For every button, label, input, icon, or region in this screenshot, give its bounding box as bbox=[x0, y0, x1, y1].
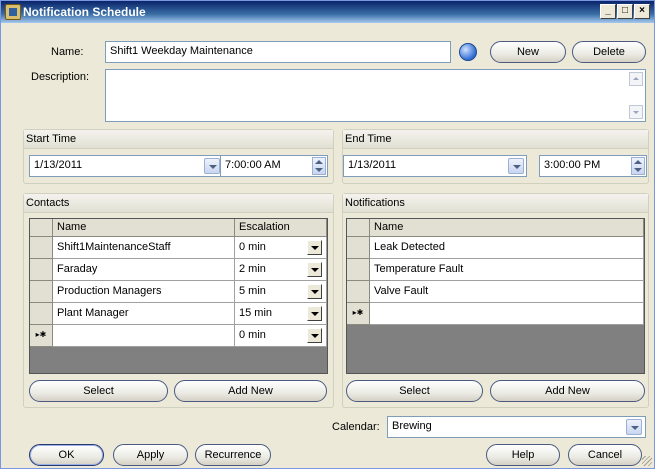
contact-name-cell[interactable]: Plant Manager bbox=[53, 303, 235, 325]
table-row[interactable]: Shift1MaintenanceStaff 0 min bbox=[30, 237, 327, 259]
start-date-field[interactable]: 1/13/2011 bbox=[29, 155, 225, 177]
calendar-dropdown-icon[interactable] bbox=[626, 419, 642, 435]
notifications-col-name[interactable]: Name bbox=[370, 219, 644, 237]
table-row[interactable]: Valve Fault bbox=[347, 281, 644, 303]
cancel-button[interactable]: Cancel bbox=[568, 444, 642, 466]
start-time-header: Start Time bbox=[24, 130, 333, 149]
table-row[interactable]: Production Managers 5 min bbox=[30, 281, 327, 303]
description-scroll-up-icon[interactable] bbox=[629, 72, 643, 86]
minimize-button[interactable]: _ bbox=[600, 4, 616, 19]
contacts-header: Contacts bbox=[24, 194, 333, 213]
table-row[interactable]: Plant Manager 15 min bbox=[30, 303, 327, 325]
end-time-spinner-icon[interactable] bbox=[631, 157, 645, 175]
resize-grip-icon[interactable] bbox=[642, 456, 652, 466]
end-date-dropdown-icon[interactable] bbox=[508, 158, 524, 174]
start-date-dropdown-icon[interactable] bbox=[204, 158, 220, 174]
escalation-dropdown-icon[interactable] bbox=[307, 306, 322, 321]
help-button[interactable]: Help bbox=[486, 444, 560, 466]
schedule-app-icon bbox=[5, 4, 21, 20]
title-bar[interactable]: Notification Schedule _ □ × bbox=[1, 1, 654, 23]
contact-name-cell[interactable] bbox=[53, 325, 235, 347]
contact-name-cell[interactable]: Faraday bbox=[53, 259, 235, 281]
name-label: Name: bbox=[51, 46, 84, 58]
contacts-select-button[interactable]: Select bbox=[29, 380, 168, 402]
delete-button[interactable]: Delete bbox=[572, 41, 646, 63]
new-row-marker-icon[interactable]: ▸✱ bbox=[30, 325, 53, 347]
escalation-dropdown-icon[interactable] bbox=[307, 240, 322, 255]
notifications-header-row: Name bbox=[347, 219, 644, 237]
notification-name-cell[interactable]: Temperature Fault bbox=[370, 259, 644, 281]
notifications-select-button[interactable]: Select bbox=[346, 380, 483, 402]
table-row[interactable]: Faraday 2 min bbox=[30, 259, 327, 281]
description-scroll-down-icon[interactable] bbox=[629, 105, 643, 119]
notifications-header: Notifications bbox=[343, 194, 648, 213]
notifications-add-new-button[interactable]: Add New bbox=[490, 380, 645, 402]
contact-name-cell[interactable]: Production Managers bbox=[53, 281, 235, 303]
calendar-select[interactable]: Brewing bbox=[387, 416, 646, 438]
notification-name-cell[interactable]: Leak Detected bbox=[370, 237, 644, 259]
notifications-group: Notifications Name Leak Detected Tempera… bbox=[342, 193, 649, 408]
contacts-col-name[interactable]: Name bbox=[53, 219, 235, 237]
contacts-add-new-button[interactable]: Add New bbox=[174, 380, 327, 402]
table-row[interactable]: Temperature Fault bbox=[347, 259, 644, 281]
contacts-header-row: Name Escalation bbox=[30, 219, 327, 237]
ok-button[interactable]: OK bbox=[29, 444, 104, 466]
apply-button[interactable]: Apply bbox=[113, 444, 188, 466]
table-row[interactable]: ▸✱ bbox=[347, 303, 644, 325]
new-button[interactable]: New bbox=[490, 41, 566, 63]
recurrence-button[interactable]: Recurrence bbox=[195, 444, 271, 466]
description-field[interactable] bbox=[105, 69, 646, 122]
table-row[interactable]: ▸✱ 0 min bbox=[30, 325, 327, 347]
escalation-dropdown-icon[interactable] bbox=[307, 328, 322, 343]
end-time-header: End Time bbox=[343, 130, 648, 149]
notification-schedule-window: Notification Schedule _ □ × Name: Shift1… bbox=[0, 0, 655, 469]
contacts-grid: Name Escalation Shift1MaintenanceStaff 0… bbox=[29, 218, 328, 374]
start-time-spinner-icon[interactable] bbox=[312, 157, 326, 175]
notifications-grid: Name Leak Detected Temperature Fault Val… bbox=[346, 218, 645, 374]
table-row[interactable]: Leak Detected bbox=[347, 237, 644, 259]
new-row-marker-icon[interactable]: ▸✱ bbox=[347, 303, 370, 325]
start-time-group: Start Time 1/13/2011 7:00:00 AM bbox=[23, 129, 334, 184]
escalation-dropdown-icon[interactable] bbox=[307, 284, 322, 299]
end-date-field[interactable]: 1/13/2011 bbox=[343, 155, 527, 177]
window-title: Notification Schedule bbox=[23, 5, 146, 19]
end-time-group: End Time 1/13/2011 3:00:00 PM bbox=[342, 129, 649, 184]
calendar-label: Calendar: bbox=[332, 421, 380, 433]
globe-icon[interactable] bbox=[459, 43, 477, 61]
contacts-col-escalation[interactable]: Escalation bbox=[235, 219, 327, 237]
maximize-button[interactable]: □ bbox=[617, 4, 633, 19]
description-label: Description: bbox=[31, 71, 90, 83]
name-field[interactable]: Shift1 Weekday Maintenance bbox=[105, 41, 451, 63]
notification-name-cell[interactable] bbox=[370, 303, 644, 325]
contact-name-cell[interactable]: Shift1MaintenanceStaff bbox=[53, 237, 235, 259]
notification-name-cell[interactable]: Valve Fault bbox=[370, 281, 644, 303]
escalation-dropdown-icon[interactable] bbox=[307, 262, 322, 277]
close-button[interactable]: × bbox=[634, 4, 650, 19]
contacts-group: Contacts Name Escalation Shift1Maintenan… bbox=[23, 193, 334, 408]
